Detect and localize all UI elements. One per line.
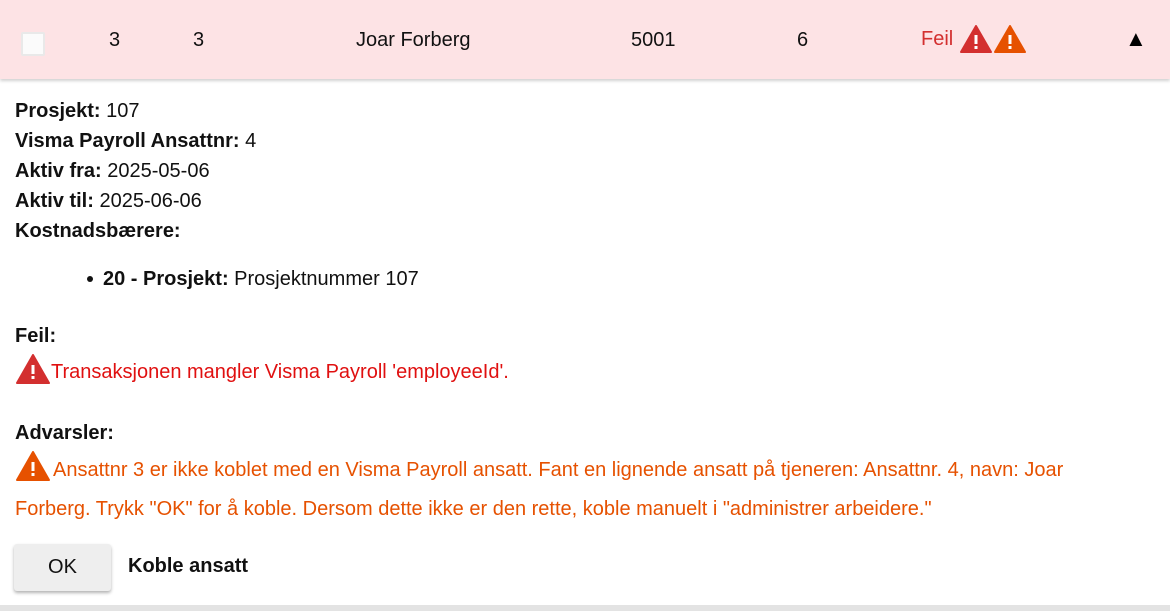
row-checkbox[interactable] xyxy=(21,32,45,56)
warning-triangle-icon xyxy=(993,24,1027,59)
cell-col-a: 3 xyxy=(109,29,121,51)
connect-employee-label: Koble ansatt xyxy=(128,555,249,577)
transaction-row[interactable]: 3 3 Joar Forberg 5001 6 Feil ▲ xyxy=(0,0,1170,79)
ok-button[interactable]: OK xyxy=(14,544,111,591)
warning-text: Ansattnr 3 er ikke koblet med en Visma P… xyxy=(15,459,1064,520)
cost-carrier-value: Prosjektnummer 107 xyxy=(228,268,419,290)
row-details: Prosjekt: 107 Visma Payroll Ansattnr: 4 … xyxy=(15,96,256,246)
detail-label: Aktiv til: xyxy=(15,190,94,212)
detail-value: 107 xyxy=(100,100,140,122)
detail-project: Prosjekt: 107 xyxy=(15,96,256,126)
row-divider xyxy=(0,605,1170,611)
detail-label: Aktiv fra: xyxy=(15,160,102,182)
cell-col-b: 3 xyxy=(193,29,205,51)
cell-number: 5001 xyxy=(631,29,676,51)
detail-value: 2025-06-06 xyxy=(93,190,202,212)
errors-heading: Feil: xyxy=(15,325,57,347)
error-triangle-icon xyxy=(959,24,993,59)
cell-employee-name: Joar Forberg xyxy=(356,29,471,51)
warning-message: Ansattnr 3 er ikke koblet med en Visma P… xyxy=(15,450,1115,526)
detail-payroll-number: Visma Payroll Ansattnr: 4 xyxy=(15,126,256,156)
detail-value: 4 xyxy=(239,130,257,152)
collapse-toggle-icon[interactable]: ▲ xyxy=(1125,26,1147,52)
status-text: Feil xyxy=(921,27,954,50)
detail-active-to: Aktiv til: 2025-06-06 xyxy=(15,186,256,216)
cost-carrier-label: 20 - Prosjekt: xyxy=(103,268,229,290)
detail-value: 2025-05-06 xyxy=(101,160,210,182)
cost-carrier-list: 20 - Prosjekt: Prosjektnummer 107 xyxy=(87,268,419,291)
error-triangle-icon xyxy=(15,353,51,391)
detail-active-from: Aktiv fra: 2025-05-06 xyxy=(15,156,256,186)
error-text: Transaksjonen mangler Visma Payroll 'emp… xyxy=(51,360,509,383)
cell-count: 6 xyxy=(797,29,809,51)
detail-label: Kostnadsbærere: xyxy=(15,220,181,242)
detail-label: Visma Payroll Ansattnr: xyxy=(15,130,240,152)
warning-triangle-icon xyxy=(15,450,51,493)
error-message: Transaksjonen mangler Visma Payroll 'emp… xyxy=(15,353,509,391)
list-item: 20 - Prosjekt: Prosjektnummer 107 xyxy=(87,268,419,291)
detail-cost-carriers: Kostnadsbærere: xyxy=(15,216,256,246)
warnings-heading: Advarsler: xyxy=(15,422,114,444)
status-indicator: Feil xyxy=(921,24,1027,59)
detail-label: Prosjekt: xyxy=(15,100,101,122)
